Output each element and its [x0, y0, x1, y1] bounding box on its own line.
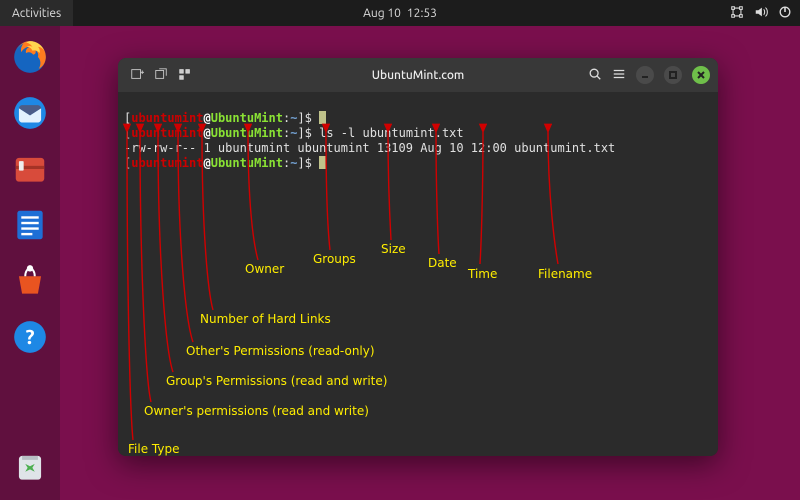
maximize-button[interactable] — [664, 66, 682, 84]
annotation-other-perm: Other's Permissions (read-only) — [186, 344, 375, 359]
prompt-user: ubuntumint — [131, 111, 203, 125]
annotation-filetype: File Type — [128, 442, 179, 456]
new-window-icon[interactable] — [154, 67, 168, 84]
dock-app-thunderbird[interactable] — [7, 90, 53, 136]
gnome-top-bar: Activities Aug 10 12:53 — [0, 0, 800, 26]
terminal-body[interactable]: [ubuntumint@UbuntuMint:~]$ [ubuntumint@U… — [118, 92, 718, 456]
network-icon[interactable] — [730, 5, 744, 22]
annotation-owner-perm: Owner's permissions (read and write) — [144, 404, 369, 419]
dock-app-firefox[interactable] — [7, 34, 53, 80]
window-title: UbuntuMint.com — [372, 69, 465, 82]
power-icon[interactable] — [778, 5, 792, 22]
dock-app-software[interactable] — [7, 258, 53, 304]
dock-app-help[interactable]: ? — [7, 314, 53, 360]
annotation-size: Size — [381, 242, 406, 257]
minimize-button[interactable] — [636, 66, 654, 84]
window-titlebar[interactable]: UbuntuMint.com — [118, 58, 718, 92]
terminal-window: UbuntuMint.com [ubuntumint@UbuntuMint:~]… — [118, 58, 718, 456]
annotation-group-perm: Group's Permissions (read and write) — [166, 374, 387, 389]
cursor-icon — [319, 156, 326, 169]
dock-app-trash[interactable] — [7, 444, 53, 490]
system-tray[interactable] — [730, 0, 792, 26]
cursor-icon — [319, 111, 326, 124]
annotation-groups: Groups — [313, 252, 356, 267]
dock-app-files[interactable] — [7, 146, 53, 192]
annotation-owner: Owner — [245, 262, 284, 277]
clock[interactable]: Aug 10 12:53 — [363, 0, 437, 26]
dock: ? — [0, 26, 60, 500]
clock-date: Aug 10 — [363, 7, 401, 20]
clock-time: 12:53 — [407, 7, 437, 20]
terminal-command: ls -l ubuntumint.txt — [319, 126, 464, 140]
annotation-filename: Filename — [538, 267, 592, 282]
search-icon[interactable] — [588, 67, 602, 84]
annotation-date: Date — [428, 256, 457, 271]
annotation-hardlinks: Number of Hard Links — [200, 312, 331, 327]
close-button[interactable] — [692, 66, 710, 84]
terminal-output: -rw-rw-r-- 1 ubuntumint ubuntumint 13109… — [124, 141, 615, 155]
volume-icon[interactable] — [754, 5, 768, 22]
menu-dots-icon[interactable] — [178, 67, 192, 84]
new-tab-icon[interactable] — [130, 67, 144, 84]
prompt-at: @ — [203, 111, 210, 125]
hamburger-icon[interactable] — [612, 67, 626, 84]
dock-app-writer[interactable] — [7, 202, 53, 248]
svg-text:?: ? — [25, 325, 34, 348]
activities-button[interactable]: Activities — [0, 0, 73, 26]
annotation-time: Time — [468, 267, 497, 282]
prompt-host: UbuntuMint — [211, 111, 283, 125]
